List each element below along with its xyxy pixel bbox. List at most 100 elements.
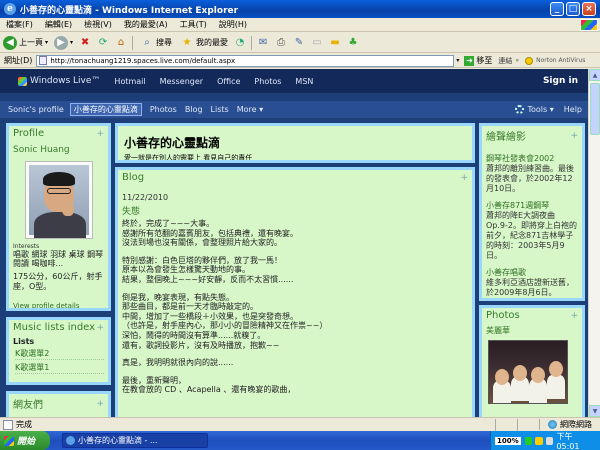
address-input[interactable]: http://tonachuang1219.spaces.live.com/de…	[36, 54, 455, 67]
print-icon[interactable]: ⎙	[274, 36, 288, 50]
security-zone: 網際網路	[539, 419, 600, 430]
title-bar: e 小善存的心靈點滴 - Windows Internet Explorer _…	[0, 0, 600, 18]
interests-text: 唱歌 網球 羽球 桌球 鋼琴 閱讀 喝咖啡...	[13, 250, 104, 268]
minimize-button[interactable]: _	[550, 2, 564, 16]
links-button[interactable]: 連結	[495, 56, 515, 66]
edit-icon[interactable]: ✎	[292, 36, 306, 50]
mail-icon[interactable]: ✉	[256, 36, 270, 50]
go-button[interactable]: ➜ 移至	[461, 55, 495, 66]
expand-icon[interactable]: +	[570, 311, 578, 321]
item-title[interactable]: 小善存唱歌	[486, 267, 578, 278]
nav-office[interactable]: Office	[217, 77, 240, 86]
piano-heading: 繪聲繪影	[486, 132, 526, 143]
back-label: 上一頁	[19, 38, 43, 47]
expand-icon[interactable]: +	[570, 131, 578, 141]
blog-body: 11/22/2010 失態 終於，完成了~~~大事。 感謝所有范翻的嘉賓朋友，包…	[118, 193, 472, 395]
search-button[interactable]: ⌕ 搜尋	[135, 34, 175, 52]
windows-live-flag-icon	[18, 76, 27, 86]
expand-icon[interactable]: +	[96, 323, 104, 333]
scroll-thumb[interactable]	[590, 83, 600, 135]
network-icon[interactable]	[524, 436, 533, 445]
vertical-scrollbar[interactable]: ▲ ▼	[588, 69, 600, 417]
nav-msn[interactable]: MSN	[295, 77, 313, 86]
maximize-button[interactable]: □	[566, 2, 580, 16]
refresh-icon[interactable]: ⟳	[96, 36, 110, 50]
post-date: 11/22/2010	[122, 193, 169, 202]
status-cell	[495, 418, 517, 431]
windows-flag-icon	[4, 435, 14, 446]
antivirus-icon[interactable]	[535, 436, 543, 445]
list-item[interactable]: K歌選單1	[15, 362, 104, 374]
home-icon[interactable]: ⌂	[114, 36, 128, 50]
help-link[interactable]: Help	[564, 105, 582, 114]
search-label: 搜尋	[156, 38, 173, 47]
norton-button[interactable]: Norton AntiVirus	[519, 56, 586, 65]
menu-edit[interactable]: 編輯(E)	[39, 19, 78, 30]
messenger-icon[interactable]: ♣	[346, 36, 360, 50]
task-label: 小善存的心靈點滴 - ...	[78, 436, 158, 445]
menu-view[interactable]: 檢視(V)	[78, 19, 118, 30]
profile-module: Profile + Sonic Huang Interests 唱歌 網球 羽球…	[6, 123, 111, 311]
album-photo[interactable]	[488, 340, 568, 404]
expand-icon[interactable]: +	[96, 399, 104, 409]
stop-icon[interactable]: ✖	[78, 36, 92, 50]
discuss-icon[interactable]: ▭	[310, 36, 324, 50]
scroll-up-arrow-icon[interactable]: ▲	[589, 69, 600, 81]
forward-arrow-icon: ▶	[54, 35, 69, 50]
close-button[interactable]: ×	[582, 2, 596, 16]
profile-name[interactable]: Sonic Huang	[13, 145, 104, 155]
forward-dropdown-icon[interactable]: ▾	[70, 39, 73, 46]
nav-photos[interactable]: Photos	[254, 77, 281, 86]
windows-logo-icon	[580, 18, 598, 31]
profile-stats: 175公分，60公斤，射手座，O型。	[13, 272, 103, 291]
zoom-badge[interactable]: 100%	[495, 436, 521, 445]
friends-module: 網友們 +	[6, 391, 111, 417]
profile-photo[interactable]	[24, 161, 93, 239]
nav-profile[interactable]: Sonic's profile	[8, 105, 64, 114]
album-title[interactable]: 美麗華	[486, 325, 578, 336]
forward-button[interactable]: ▶ ▾	[51, 34, 76, 52]
scroll-down-arrow-icon[interactable]: ▼	[589, 405, 600, 417]
nav-photos-tab[interactable]: Photos	[150, 105, 177, 114]
menu-help[interactable]: 說明(H)	[213, 19, 253, 30]
expand-icon[interactable]: +	[96, 129, 104, 139]
nav-hotmail[interactable]: Hotmail	[114, 77, 145, 86]
music-lists-header: Music lists index +	[9, 320, 108, 335]
item-title[interactable]: 小善存871週鋼琴	[486, 200, 578, 211]
nav-more[interactable]: More ▾	[237, 105, 263, 114]
history-icon[interactable]: ◔	[233, 36, 247, 50]
folder-icon[interactable]: ▬	[328, 36, 342, 50]
post-paragraph: 真是，我明明就很內向的說......	[122, 358, 234, 368]
view-profile-link[interactable]: View profile details	[13, 302, 104, 308]
post-paragraph: 特別感謝：白色巨塔的夥伴們，放了我一馬！ 原本以為會發生怎樣驚天動地的事。 結果…	[122, 255, 294, 284]
post-title[interactable]: 失態	[122, 204, 468, 217]
nav-blog[interactable]: Blog	[185, 105, 203, 114]
back-dropdown-icon[interactable]: ▾	[45, 39, 48, 46]
address-dropdown-icon[interactable]: ▾	[454, 57, 461, 64]
go-arrow-icon: ➜	[464, 55, 475, 66]
favorites-button[interactable]: ★ 我的最愛	[175, 34, 231, 52]
blog-header: Blog +	[118, 170, 472, 185]
item-title[interactable]: 鋼琴社發表會2002	[486, 153, 578, 164]
volume-icon[interactable]	[545, 436, 554, 445]
browser-viewport: Windows Live™ Hotmail Messenger Office P…	[0, 69, 600, 417]
tools-menu[interactable]: Tools ▾	[527, 105, 553, 114]
norton-label: Norton AntiVirus	[536, 57, 586, 64]
sign-in-link[interactable]: Sign in	[543, 76, 578, 86]
expand-icon[interactable]: +	[460, 173, 468, 183]
ie-icon	[66, 436, 75, 445]
toolbar: ◀ 上一頁 ▾ ▶ ▾ ✖ ⟳ ⌂ ⌕ 搜尋 ★ 我的最愛 ◔ ✉ ⎙ ✎ ▭ …	[0, 33, 600, 53]
menu-favorites[interactable]: 我的最愛(A)	[118, 19, 174, 30]
status-text: 完成	[16, 420, 32, 429]
nav-lists[interactable]: Lists	[211, 105, 229, 114]
list-item[interactable]: K歌選單2	[15, 348, 104, 360]
nav-space-home[interactable]: 小善存的心靈點滴	[69, 103, 142, 116]
menu-tools[interactable]: 工具(T)	[174, 19, 213, 30]
taskbar: 開始 小善存的心靈點滴 - ... 100% 下午 05:01	[0, 431, 600, 450]
windows-live-logo[interactable]: Windows Live™	[18, 76, 100, 86]
back-button[interactable]: ◀ 上一頁 ▾	[0, 34, 51, 52]
menu-file[interactable]: 檔案(F)	[0, 19, 39, 30]
taskbar-ie-window[interactable]: 小善存的心靈點滴 - ...	[62, 433, 208, 448]
nav-messenger[interactable]: Messenger	[160, 77, 203, 86]
start-button[interactable]: 開始	[0, 431, 50, 450]
